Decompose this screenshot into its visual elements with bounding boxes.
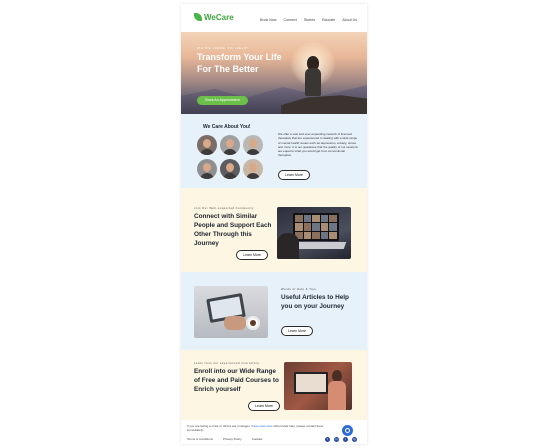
- privacy-link[interactable]: Privacy Policy: [223, 437, 242, 441]
- hero-person-image: [303, 56, 325, 104]
- nav-menu: Book Now Connect Stories Educate About U…: [260, 18, 357, 22]
- cookies-link[interactable]: Cookies: [252, 437, 263, 441]
- avatar: [197, 159, 217, 179]
- logo[interactable]: WeCare: [194, 13, 234, 22]
- hero-banner: WE'RE HERE TO HELP! Transform Your Life …: [181, 32, 367, 114]
- header: WeCare Book Now Connect Stories Educate …: [181, 4, 367, 32]
- community-section: Join Our Well-supported Community Connec…: [181, 188, 367, 272]
- footer: If you are facing a crisis or others are…: [181, 420, 367, 444]
- linkedin-icon[interactable]: in: [334, 437, 339, 442]
- about-text: We offer a vast and ever-expanding netwo…: [278, 132, 358, 158]
- community-eyebrow: Join Our Well-supported Community: [194, 207, 254, 210]
- about-section: We Care About You! We offer a vast and e…: [181, 114, 367, 188]
- avatar: [243, 159, 263, 179]
- email-canvas: WeCare Book Now Connect Stories Educate …: [181, 4, 367, 444]
- avatar: [220, 159, 240, 179]
- hero-eyebrow: WE'RE HERE TO HELP!: [197, 46, 250, 50]
- courses-eyebrow: Learn from our experienced instructors: [194, 362, 260, 365]
- community-title: Connect with Similar People and Support …: [194, 213, 272, 247]
- avatar: [197, 135, 217, 155]
- footer-links: Terms & Conditions Privacy Policy Cookie…: [187, 437, 263, 441]
- articles-eyebrow: Words of Help & Tips: [281, 288, 317, 291]
- tablet-reading-image: [194, 286, 268, 338]
- nav-stories[interactable]: Stories: [304, 18, 315, 22]
- courses-learn-more-button[interactable]: Learn More: [248, 401, 280, 411]
- logo-text: WeCare: [204, 13, 234, 22]
- video-call-image: [277, 207, 351, 259]
- online-course-image: [284, 362, 352, 410]
- instagram-icon[interactable]: ig: [352, 437, 357, 442]
- avatar: [220, 135, 240, 155]
- articles-learn-more-button[interactable]: Learn More: [281, 326, 313, 336]
- facebook-icon[interactable]: f: [325, 437, 330, 442]
- nav-educate[interactable]: Educate: [322, 18, 335, 22]
- terms-link[interactable]: Terms & Conditions: [187, 437, 213, 441]
- nav-connect[interactable]: Connect: [283, 18, 296, 22]
- twitter-icon[interactable]: t: [343, 437, 348, 442]
- chat-icon[interactable]: [342, 425, 353, 436]
- courses-title: Enroll into our Wide Range of Free and P…: [194, 368, 279, 393]
- therapist-avatars: [197, 135, 263, 179]
- crisis-notice: If you are facing a crisis or others are…: [187, 424, 324, 432]
- about-title: We Care About You!: [203, 124, 251, 130]
- courses-section: Learn from our experienced instructors E…: [181, 350, 367, 420]
- about-learn-more-button[interactable]: Learn More: [278, 170, 310, 180]
- nav-about-us[interactable]: About Us: [342, 18, 357, 22]
- articles-section: Words of Help & Tips Useful Articles to …: [181, 272, 367, 350]
- crisis-resources-link[interactable]: these resources: [251, 424, 272, 428]
- book-appointment-button[interactable]: Book An Appointment: [197, 96, 248, 105]
- social-icons: f in t ig: [325, 437, 357, 442]
- community-learn-more-button[interactable]: Learn More: [236, 250, 268, 260]
- nav-book-now[interactable]: Book Now: [260, 18, 276, 22]
- articles-title: Useful Articles to Help you on your Jour…: [281, 294, 349, 310]
- leaf-icon: [194, 13, 202, 21]
- hero-title: Transform Your Life For The Better: [197, 52, 282, 74]
- avatar: [243, 135, 263, 155]
